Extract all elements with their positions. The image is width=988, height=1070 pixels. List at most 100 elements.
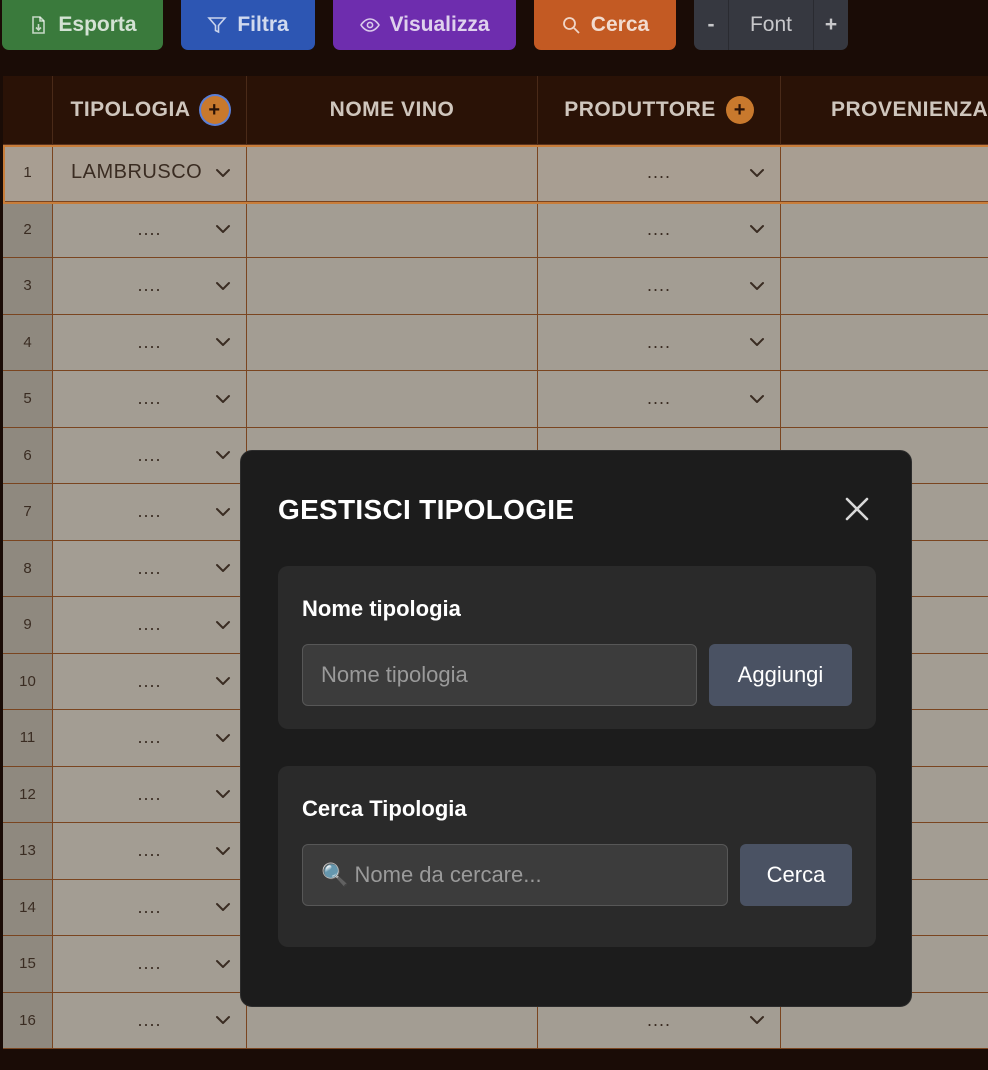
chevron-down-icon[interactable] <box>214 785 232 803</box>
chevron-down-icon[interactable] <box>214 1011 232 1029</box>
chevron-down-icon[interactable] <box>214 842 232 860</box>
chevron-down-icon[interactable] <box>748 277 766 295</box>
add-tipologia-icon[interactable]: + <box>200 96 229 124</box>
tipologia-cell[interactable]: .... <box>53 992 247 1049</box>
nome-vino-cell[interactable] <box>247 314 538 371</box>
chevron-down-icon[interactable] <box>748 390 766 408</box>
tipologia-cell[interactable]: .... <box>53 823 247 880</box>
add-produttore-icon[interactable]: + <box>725 96 754 124</box>
eye-icon <box>359 18 380 32</box>
row-number[interactable]: 8 <box>3 540 53 597</box>
produttore-cell[interactable]: .... <box>538 371 781 428</box>
chevron-down-icon[interactable] <box>214 333 232 351</box>
row-number[interactable]: 5 <box>3 371 53 428</box>
font-increase-button[interactable]: + <box>814 0 848 50</box>
row-number[interactable]: 16 <box>3 992 53 1049</box>
filter-button[interactable]: Filtra <box>181 0 315 50</box>
tipologia-cell[interactable]: .... <box>53 766 247 823</box>
row-number[interactable]: 9 <box>3 597 53 654</box>
tipologia-cell[interactable]: .... <box>53 540 247 597</box>
provenienza-cell[interactable] <box>781 371 988 428</box>
dialog-title: GESTISCI TIPOLOGIE <box>278 494 575 525</box>
row-number[interactable]: 2 <box>3 201 53 258</box>
produttore-value: .... <box>646 388 671 409</box>
chevron-down-icon[interactable] <box>748 333 766 351</box>
row-number[interactable]: 10 <box>3 653 53 710</box>
header-nome-vino[interactable]: NOME VINO <box>247 76 538 145</box>
row-number[interactable]: 13 <box>3 823 53 880</box>
search-type-button[interactable]: Cerca <box>740 844 852 906</box>
tipologia-cell[interactable]: .... <box>53 597 247 654</box>
add-button[interactable]: Aggiungi <box>709 644 852 706</box>
chevron-down-icon[interactable] <box>748 1011 766 1029</box>
header-tipologia-label: TIPOLOGIA <box>70 98 191 121</box>
produttore-cell[interactable]: .... <box>538 258 781 315</box>
provenienza-cell[interactable] <box>781 145 988 202</box>
search-button[interactable]: Cerca <box>534 0 676 50</box>
tipologia-cell[interactable]: .... <box>53 258 247 315</box>
tipologia-cell[interactable]: .... <box>53 879 247 936</box>
header-provenienza[interactable]: PROVENIENZA <box>781 76 988 145</box>
produttore-cell[interactable]: .... <box>538 201 781 258</box>
header-produttore[interactable]: PRODUTTORE + <box>538 76 781 145</box>
font-decrease-button[interactable]: - <box>694 0 728 50</box>
tipologia-cell[interactable]: .... <box>53 484 247 541</box>
row-number[interactable]: 12 <box>3 766 53 823</box>
row-number[interactable]: 14 <box>3 879 53 936</box>
chevron-down-icon[interactable] <box>214 503 232 521</box>
provenienza-cell[interactable] <box>781 258 988 315</box>
provenienza-cell[interactable] <box>781 201 988 258</box>
view-button[interactable]: Visualizza <box>333 0 516 50</box>
row-number[interactable]: 4 <box>3 314 53 371</box>
chevron-down-icon[interactable] <box>214 729 232 747</box>
chevron-down-icon[interactable] <box>748 220 766 238</box>
tipologia-cell[interactable]: .... <box>53 653 247 710</box>
produttore-cell[interactable]: .... <box>538 314 781 371</box>
nome-vino-cell[interactable] <box>247 201 538 258</box>
row-number-label: 11 <box>19 729 36 747</box>
row-number[interactable]: 6 <box>3 427 53 484</box>
tipologia-cell[interactable]: .... <box>53 201 247 258</box>
tipologia-cell[interactable]: .... <box>53 427 247 484</box>
row-number[interactable]: 3 <box>3 258 53 315</box>
chevron-down-icon[interactable] <box>214 672 232 690</box>
chevron-down-icon[interactable] <box>214 164 232 182</box>
row-number[interactable]: 1 <box>3 145 53 202</box>
export-button[interactable]: Esporta <box>2 0 163 50</box>
produttore-cell[interactable]: .... <box>538 145 781 202</box>
tipologia-cell[interactable]: .... <box>53 314 247 371</box>
header-tipologia[interactable]: TIPOLOGIA + <box>53 76 247 145</box>
font-label: Font <box>728 0 814 50</box>
chevron-down-icon[interactable] <box>214 898 232 916</box>
chevron-down-icon[interactable] <box>214 277 232 295</box>
tipologia-cell[interactable]: .... <box>53 371 247 428</box>
chevron-down-icon[interactable] <box>214 220 232 238</box>
row-number-label: 4 <box>23 333 32 351</box>
chevron-down-icon[interactable] <box>214 390 232 408</box>
chevron-down-icon[interactable] <box>214 955 232 973</box>
close-icon[interactable] <box>839 491 875 527</box>
nome-vino-cell[interactable] <box>247 258 538 315</box>
produttore-value: .... <box>646 218 671 239</box>
row-number[interactable]: 15 <box>3 936 53 993</box>
row-number[interactable]: 7 <box>3 484 53 541</box>
chevron-down-icon[interactable] <box>214 446 232 464</box>
chevron-down-icon[interactable] <box>748 164 766 182</box>
nome-vino-cell[interactable] <box>247 371 538 428</box>
tipologia-value: .... <box>137 444 162 465</box>
row-number[interactable]: 11 <box>3 710 53 767</box>
file-export-icon <box>32 16 46 34</box>
tipologia-cell[interactable]: .... <box>53 936 247 993</box>
tipologia-cell[interactable]: .... <box>53 710 247 767</box>
type-name-input[interactable]: Nome tipologia <box>302 644 697 706</box>
tipologia-value: .... <box>137 331 162 352</box>
nome-vino-cell[interactable] <box>247 145 538 202</box>
row-number-label: 8 <box>23 559 32 577</box>
provenienza-cell[interactable] <box>781 314 988 371</box>
chevron-down-icon[interactable] <box>214 616 232 634</box>
type-search-input[interactable]: 🔍 Nome da cercare... <box>302 844 728 906</box>
tipologia-cell[interactable]: LAMBRUSCO <box>53 145 247 202</box>
chevron-down-icon[interactable] <box>214 559 232 577</box>
export-label: Esporta <box>58 13 137 36</box>
tipologia-value: .... <box>137 614 162 635</box>
